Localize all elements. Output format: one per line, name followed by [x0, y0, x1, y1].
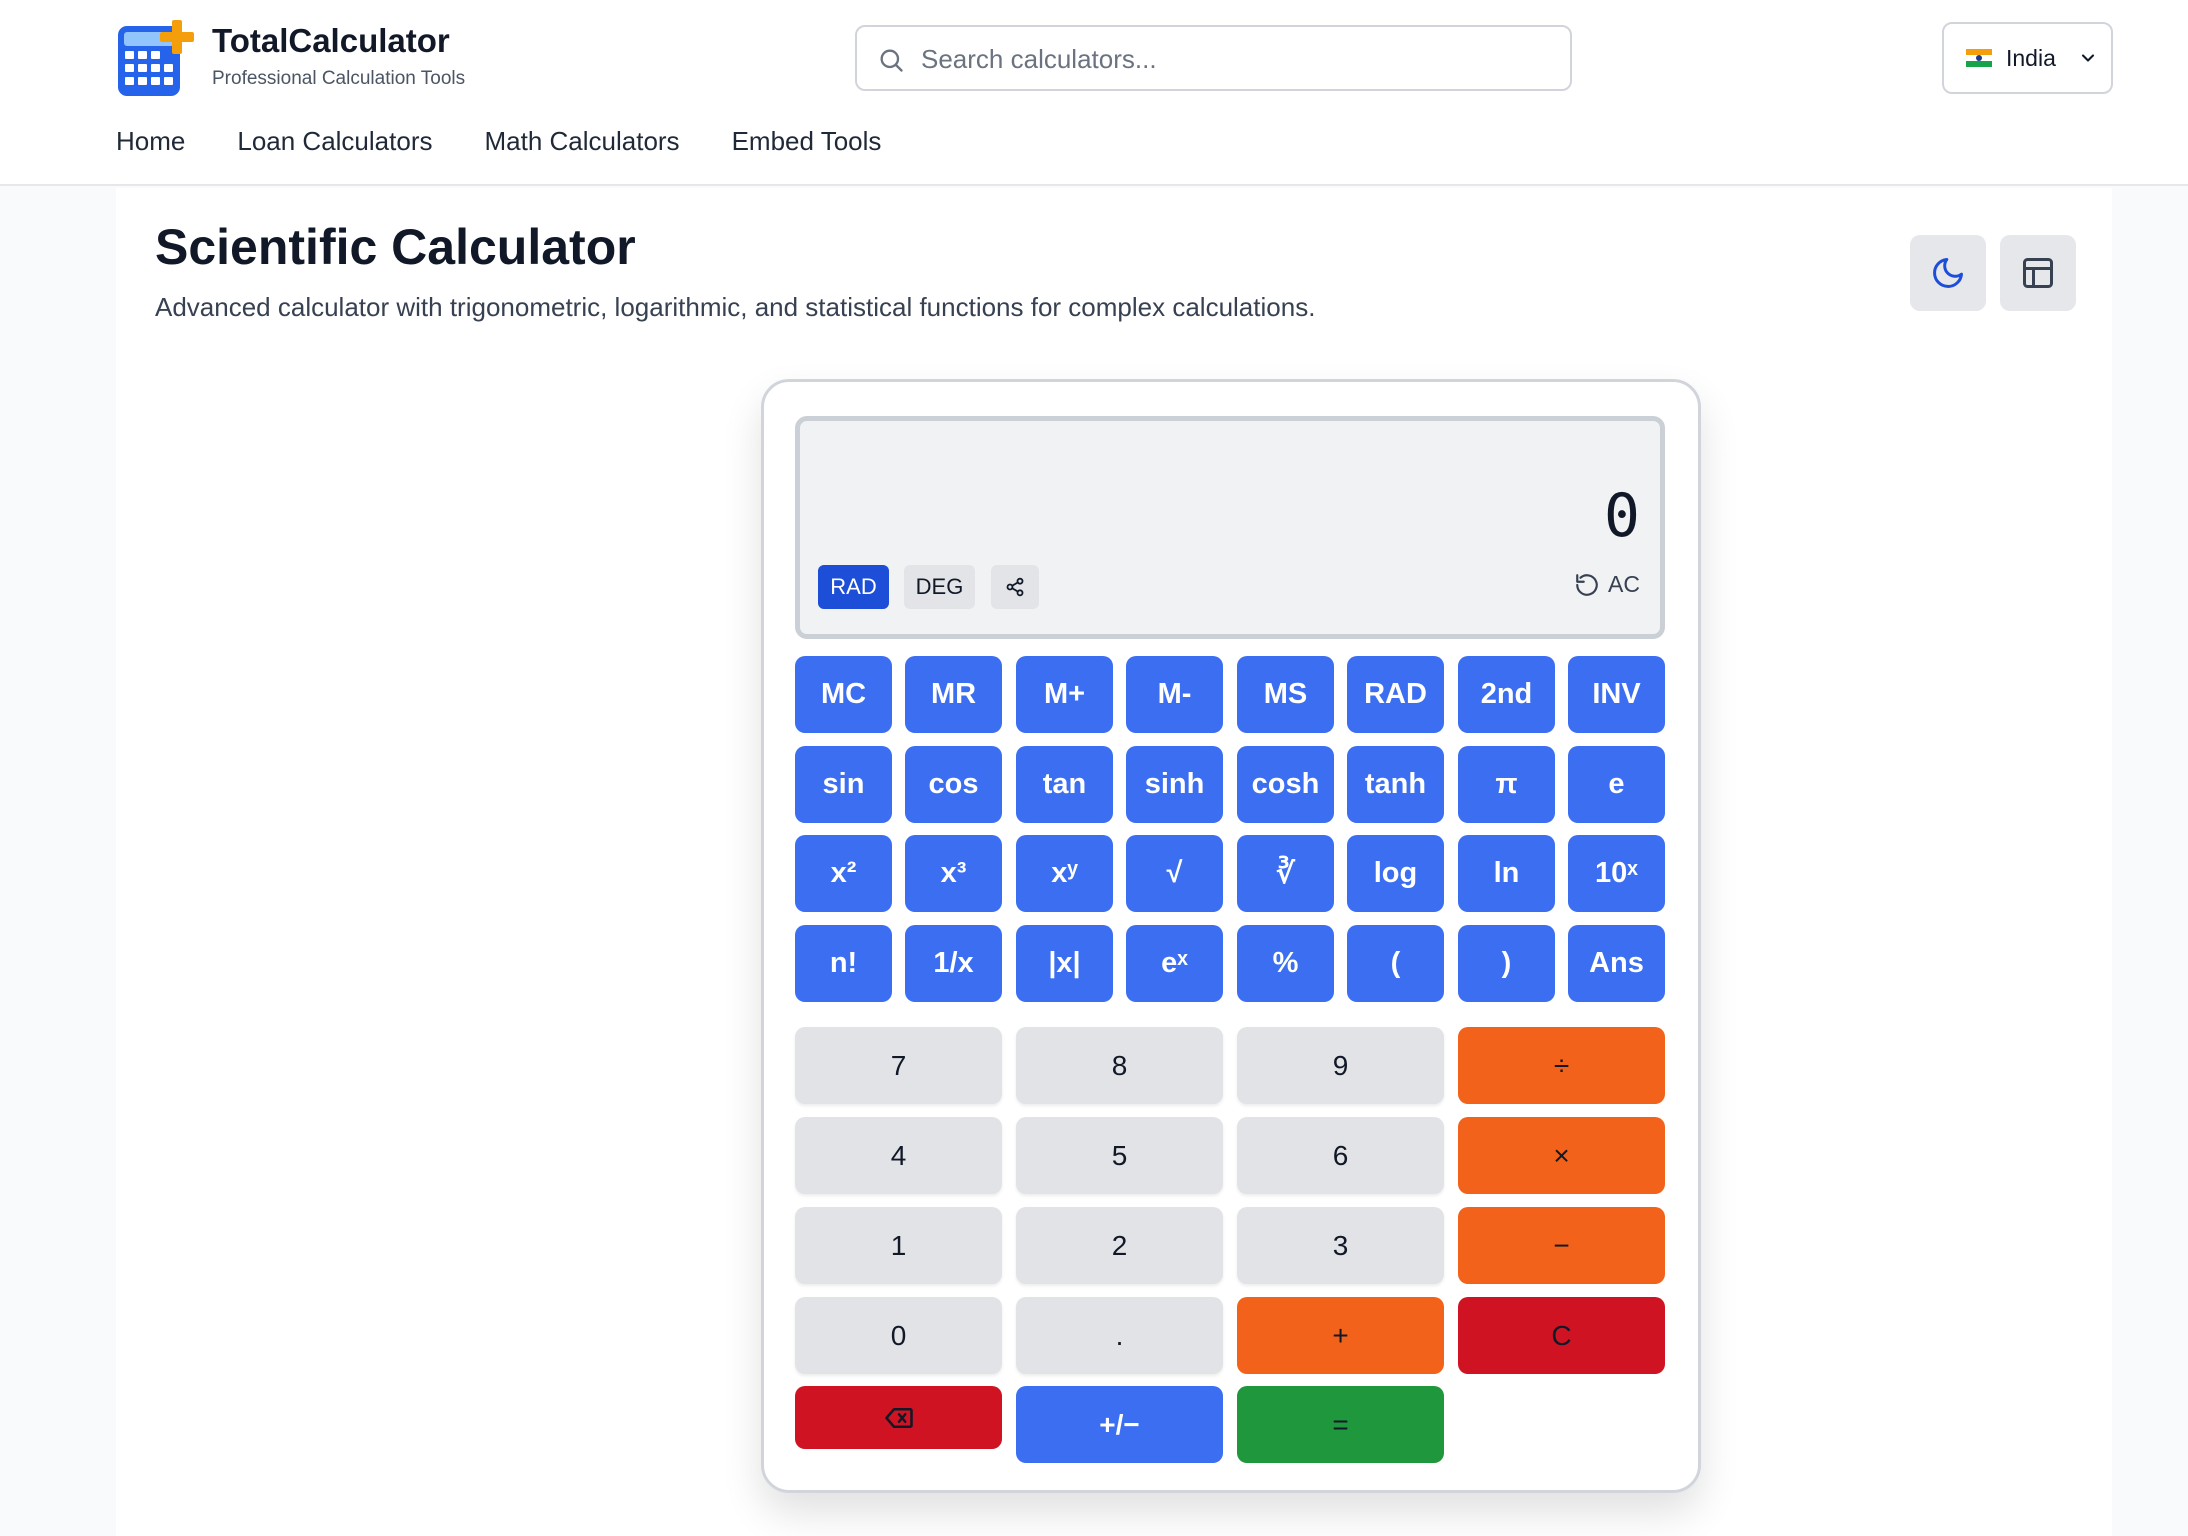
- answer-button[interactable]: Ans: [1568, 925, 1665, 1002]
- cube-root-button[interactable]: ∛: [1237, 835, 1334, 912]
- square-root-button[interactable]: √: [1126, 835, 1223, 912]
- dark-mode-button[interactable]: [1910, 235, 1986, 311]
- log-button[interactable]: log: [1347, 835, 1444, 912]
- pi-button[interactable]: π: [1458, 746, 1555, 823]
- digit-2-button[interactable]: 2: [1016, 1207, 1223, 1284]
- digit-7-button[interactable]: 7: [795, 1027, 1002, 1104]
- digit-1-button[interactable]: 1: [795, 1207, 1002, 1284]
- percent-button[interactable]: %: [1237, 925, 1334, 1002]
- nav-home[interactable]: Home: [116, 126, 185, 157]
- equals-button[interactable]: =: [1237, 1386, 1444, 1463]
- reciprocal-button[interactable]: 1/x: [905, 925, 1002, 1002]
- main-nav: Home Loan Calculators Math Calculators E…: [116, 126, 933, 157]
- search-box[interactable]: [855, 25, 1572, 91]
- page-title: Scientific Calculator: [155, 219, 636, 275]
- nav-loan-calculators[interactable]: Loan Calculators: [237, 126, 432, 157]
- cos-button[interactable]: cos: [905, 746, 1002, 823]
- layout-button[interactable]: [2000, 235, 2076, 311]
- share-button[interactable]: [991, 565, 1039, 609]
- nav-math-calculators[interactable]: Math Calculators: [484, 126, 679, 157]
- page-description: Advanced calculator with trigonometric, …: [155, 292, 1316, 322]
- factorial-button[interactable]: n!: [795, 925, 892, 1002]
- tan-button[interactable]: tan: [1016, 746, 1113, 823]
- share-icon: [1006, 577, 1024, 597]
- digit-8-button[interactable]: 8: [1016, 1027, 1223, 1104]
- search-input[interactable]: [921, 39, 1541, 79]
- backspace-icon: [884, 1407, 913, 1428]
- cosh-button[interactable]: cosh: [1237, 746, 1334, 823]
- backspace-button[interactable]: [795, 1386, 1002, 1449]
- country-label: India: [2006, 44, 2056, 71]
- open-paren-button[interactable]: (: [1347, 925, 1444, 1002]
- rad-mode-button[interactable]: RAD: [818, 565, 889, 609]
- digit-3-button[interactable]: 3: [1237, 1207, 1444, 1284]
- brand-tagline: Professional Calculation Tools: [212, 68, 466, 89]
- euler-button[interactable]: e: [1568, 746, 1665, 823]
- moon-icon: [1933, 258, 1963, 288]
- power-button[interactable]: xʸ: [1016, 835, 1113, 912]
- search-icon: [880, 49, 903, 72]
- digit-4-button[interactable]: 4: [795, 1117, 1002, 1194]
- sinh-button[interactable]: sinh: [1126, 746, 1223, 823]
- digit-5-button[interactable]: 5: [1016, 1117, 1223, 1194]
- ln-button[interactable]: ln: [1458, 835, 1555, 912]
- deg-mode-button[interactable]: DEG: [904, 565, 975, 609]
- nav-embed-tools[interactable]: Embed Tools: [732, 126, 882, 157]
- digit-6-button[interactable]: 6: [1237, 1117, 1444, 1194]
- negate-button[interactable]: +/−: [1016, 1386, 1223, 1463]
- add-button[interactable]: +: [1237, 1297, 1444, 1374]
- decimal-button[interactable]: .: [1016, 1297, 1223, 1374]
- digit-9-button[interactable]: 9: [1237, 1027, 1444, 1104]
- chevron-down-icon: [2081, 54, 2094, 62]
- inverse-button[interactable]: INV: [1568, 656, 1665, 733]
- m-plus-button[interactable]: M+: [1016, 656, 1113, 733]
- layout-icon: [2023, 258, 2053, 288]
- display-value: 0: [1603, 481, 1640, 551]
- brand-name[interactable]: TotalCalculator: [212, 22, 450, 60]
- ms-button[interactable]: MS: [1237, 656, 1334, 733]
- square-button[interactable]: x²: [795, 835, 892, 912]
- mc-button[interactable]: MC: [795, 656, 892, 733]
- calculator-display: 0 RAD DEG AC: [795, 416, 1665, 639]
- india-flag-icon: [1966, 49, 1992, 67]
- close-paren-button[interactable]: ): [1458, 925, 1555, 1002]
- all-clear-button[interactable]: AC: [1574, 571, 1640, 598]
- tanh-button[interactable]: tanh: [1347, 746, 1444, 823]
- mr-button[interactable]: MR: [905, 656, 1002, 733]
- sin-button[interactable]: sin: [795, 746, 892, 823]
- second-function-button[interactable]: 2nd: [1458, 656, 1555, 733]
- m-minus-button[interactable]: M-: [1126, 656, 1223, 733]
- absolute-value-button[interactable]: |x|: [1016, 925, 1113, 1002]
- ten-power-button[interactable]: 10ˣ: [1568, 835, 1665, 912]
- reset-icon: [1576, 573, 1598, 596]
- exp-button[interactable]: eˣ: [1126, 925, 1223, 1002]
- site-header: TotalCalculator Professional Calculation…: [0, 0, 2188, 186]
- divide-button[interactable]: ÷: [1458, 1027, 1665, 1104]
- cube-button[interactable]: x³: [905, 835, 1002, 912]
- clear-button[interactable]: C: [1458, 1297, 1665, 1374]
- country-selector[interactable]: India: [1942, 22, 2113, 94]
- calculator-logo-icon[interactable]: [116, 20, 194, 98]
- multiply-button[interactable]: ×: [1458, 1117, 1665, 1194]
- rad-toggle-button[interactable]: RAD: [1347, 656, 1444, 733]
- main-content: Scientific Calculator Advanced calculato…: [116, 188, 2112, 1536]
- ac-label: AC: [1608, 571, 1640, 597]
- calculator: 0 RAD DEG AC MC MR M+ M- MS RAD 2nd INV: [761, 379, 1701, 1493]
- digit-0-button[interactable]: 0: [795, 1297, 1002, 1374]
- subtract-button[interactable]: −: [1458, 1207, 1665, 1284]
